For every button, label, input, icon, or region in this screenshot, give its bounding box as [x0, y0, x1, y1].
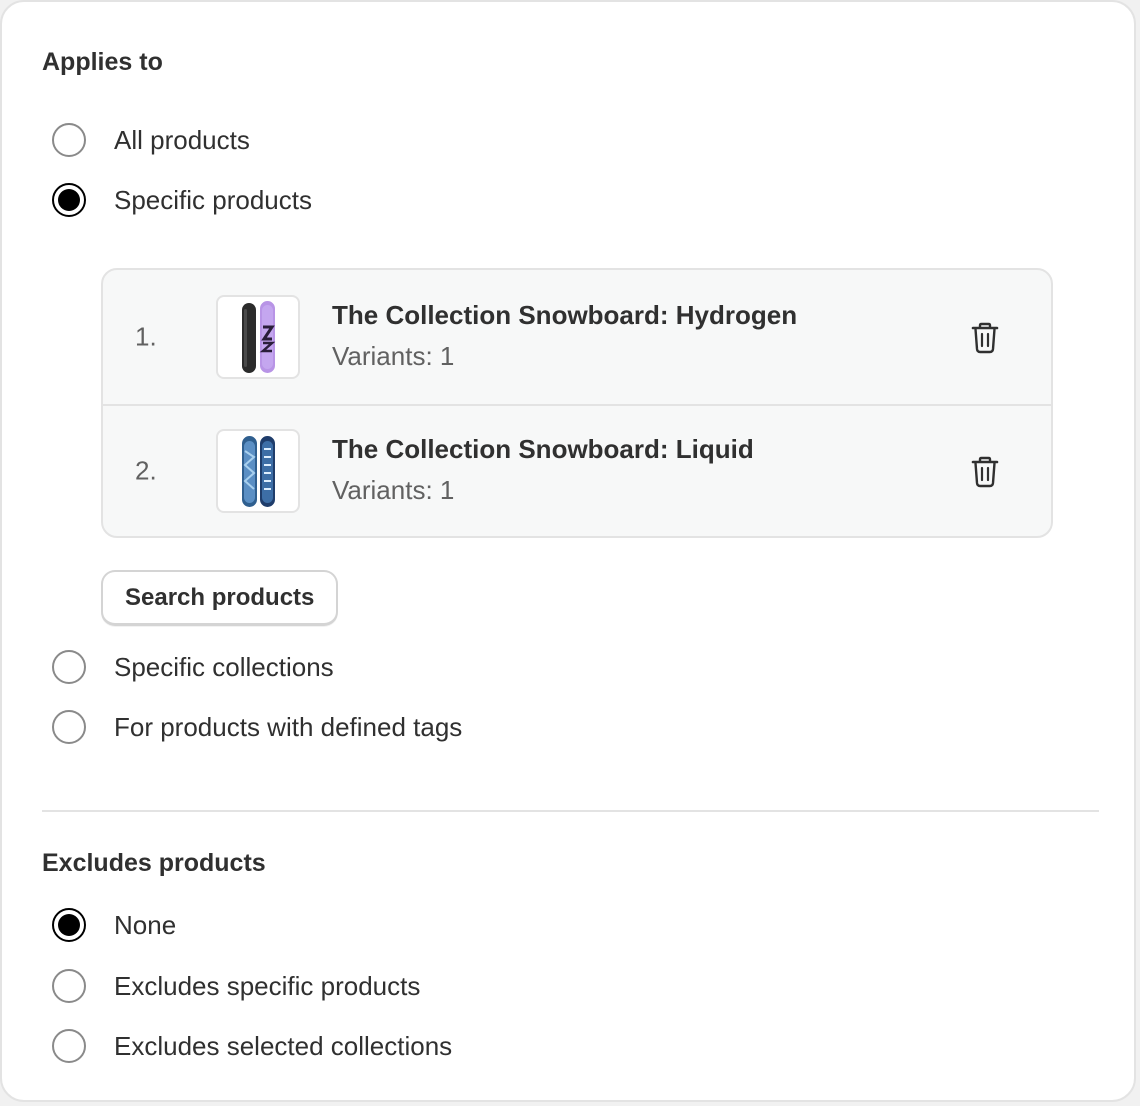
- product-variants: Variants: 1: [332, 475, 455, 505]
- radio-label: Specific products: [114, 184, 312, 215]
- delete-product-button[interactable]: [965, 318, 1005, 358]
- section-divider: [42, 810, 1099, 812]
- excludes-title: Excludes products: [42, 849, 266, 877]
- radio-specific-collections[interactable]: Specific collections: [52, 647, 334, 687]
- selected-products-list: 1. The Collection Snowboard: Hydrogen Va…: [101, 268, 1053, 538]
- product-row: 1. The Collection Snowboard: Hydrogen Va…: [103, 270, 1051, 406]
- radio-button[interactable]: [52, 650, 86, 684]
- radio-button[interactable]: [52, 1029, 86, 1063]
- product-title: The Collection Snowboard: Liquid: [332, 434, 754, 464]
- radio-button[interactable]: [52, 123, 86, 157]
- radio-label: All products: [114, 124, 250, 155]
- radio-label: None: [114, 909, 177, 940]
- radio-button[interactable]: [52, 969, 86, 1003]
- radio-label: Excludes specific products: [114, 970, 421, 1001]
- search-products-button[interactable]: Search products: [101, 570, 339, 626]
- radio-defined-tags[interactable]: For products with defined tags: [52, 707, 462, 747]
- radio-specific-products[interactable]: Specific products: [52, 180, 312, 220]
- radio-label: For products with defined tags: [114, 711, 463, 742]
- snowboard-hydrogen-icon: [216, 295, 300, 379]
- radio-label: Specific collections: [114, 651, 334, 682]
- radio-button-checked[interactable]: [52, 183, 86, 217]
- trash-icon: [971, 322, 999, 354]
- product-variants: Variants: 1: [332, 341, 455, 371]
- radio-button-checked[interactable]: [52, 908, 86, 942]
- delete-product-button[interactable]: [965, 452, 1005, 492]
- radio-button[interactable]: [52, 710, 86, 744]
- applies-to-card: Applies to All products Specific product…: [0, 0, 1136, 1102]
- radio-label: Excludes selected collections: [114, 1030, 453, 1061]
- applies-to-title: Applies to: [42, 48, 163, 76]
- product-title: The Collection Snowboard: Hydrogen: [332, 300, 798, 330]
- product-index: 1.: [135, 321, 157, 352]
- radio-excludes-none[interactable]: None: [52, 905, 176, 945]
- product-row: 2. The Collection Snowboard: Liquid Vari…: [103, 404, 1051, 536]
- radio-all-products[interactable]: All products: [52, 120, 250, 160]
- product-index: 2.: [135, 455, 157, 486]
- trash-icon: [971, 456, 999, 488]
- radio-excludes-selected-collections[interactable]: Excludes selected collections: [52, 1026, 452, 1066]
- radio-excludes-specific-products[interactable]: Excludes specific products: [52, 966, 420, 1006]
- snowboard-liquid-icon: [216, 429, 300, 513]
